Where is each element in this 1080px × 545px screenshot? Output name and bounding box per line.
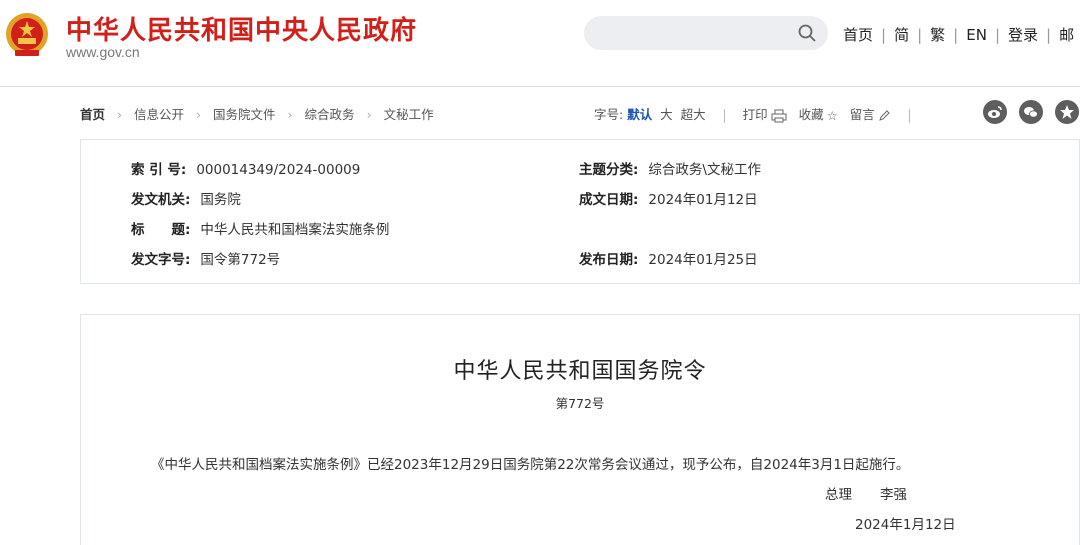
wechat-icon[interactable] [1019,100,1043,124]
meta-issuer-label: 发文机关: [131,192,191,208]
pencil-icon [878,110,890,121]
meta-docno-label: 发文字号: [131,252,191,268]
meta-index-value: 000014349/2024-00009 [196,162,361,178]
breadcrumb-state-council-docs[interactable]: 国务院文件 [213,107,276,122]
meta-topic-value: 综合政务\文秘工作 [648,162,761,178]
site-header: 中华人民共和国中央人民政府 www.gov.cn 首页 | 简 | 繁 | EN | 登录 | 邮 [0,0,1080,87]
meta-issuer-row: 发文机关: 国务院 [131,188,241,208]
meta-topic-row: 主题分类: 综合政务\文秘工作 [579,158,761,178]
meta-title-row: 标 题: 中华人民共和国档案法实施条例 [131,218,389,238]
document-body: 《中华人民共和国档案法实施条例》已经2023年12月29日国务院第22次常务会议… [151,457,910,473]
meta-topic-label: 主题分类: [579,162,639,178]
meta-created-label: 成文日期: [579,192,639,208]
favorite-label: 收藏 [798,107,824,122]
signer-name: 李强 [880,487,907,503]
meta-index-row: 索 引 号: 000014349/2024-00009 [131,158,360,178]
document-content: 中华人民共和国国务院令 第772号 《中华人民共和国档案法实施条例》已经2023… [80,314,1080,545]
document-signature: 总理 李强 [825,483,907,503]
font-size-large[interactable]: 大 [660,107,673,122]
printer-icon [771,109,787,122]
signer-role: 总理 [825,487,852,503]
weibo-icon[interactable] [983,100,1007,124]
breadcrumb-home[interactable]: 首页 [80,107,105,122]
print-label: 打印 [742,107,768,122]
national-emblem-icon[interactable] [4,10,50,60]
document-title: 中华人民共和国国务院令 [453,359,707,384]
nav-mail[interactable]: 邮 [1059,26,1074,44]
meta-docno-row: 发文字号: 国令第772号 [131,248,280,268]
font-size-xlarge[interactable]: 超大 [681,107,706,122]
site-url[interactable]: www.gov.cn [66,44,140,60]
meta-title-label: 标 题: [131,222,191,238]
breadcrumb: 首页 › 信息公开 › 国务院文件 › 综合政务 › 文秘工作 [80,107,434,122]
nav-english[interactable]: EN [966,26,987,44]
nav-simplified[interactable]: 简 [894,26,909,44]
top-nav: 首页 | 简 | 繁 | EN | 登录 | 邮 [843,26,1075,44]
search-icon[interactable] [798,24,816,42]
document-metadata: 索 引 号: 000014349/2024-00009 主题分类: 综合政务\文秘工… [80,139,1080,284]
breadcrumb-secretarial-work[interactable]: 文秘工作 [384,107,434,122]
meta-docno-value: 国令第772号 [200,252,281,268]
meta-title-value: 中华人民共和国档案法实施条例 [200,222,390,238]
meta-created-value: 2024年01月12日 [648,192,758,208]
nav-traditional[interactable]: 繁 [930,26,945,44]
star-icon: ☆ [826,108,838,123]
font-size-default[interactable]: 默认 [627,107,652,122]
nav-login[interactable]: 登录 [1008,26,1038,44]
meta-published-row: 发布日期: 2024年01月25日 [579,248,758,268]
meta-index-label: 索 引 号: [131,162,187,178]
favorite-star-icon[interactable] [1055,100,1079,124]
meta-published-label: 发布日期: [579,252,639,268]
breadcrumb-info-disclosure[interactable]: 信息公开 [134,107,184,122]
meta-created-row: 成文日期: 2024年01月12日 [579,188,758,208]
comment-button[interactable]: 留言 [850,107,891,122]
print-button[interactable]: 打印 [743,107,787,122]
search-input[interactable] [584,16,828,50]
meta-issuer-value: 国务院 [200,192,241,208]
breadcrumb-general-affairs[interactable]: 综合政务 [305,107,355,122]
font-size-label: 字号: [594,107,624,122]
nav-home[interactable]: 首页 [843,26,873,44]
site-title[interactable]: 中华人民共和国中央人民政府 [66,10,417,47]
favorite-button[interactable]: 收藏 ☆ [798,107,838,123]
document-date: 2024年1月12日 [855,517,956,533]
meta-published-value: 2024年01月25日 [648,252,758,268]
document-number: 第772号 [555,396,605,411]
article-toolbar: 字号: 默认 大 超大 打印 收藏 ☆ 留言 [594,104,924,123]
comment-label: 留言 [849,107,875,122]
